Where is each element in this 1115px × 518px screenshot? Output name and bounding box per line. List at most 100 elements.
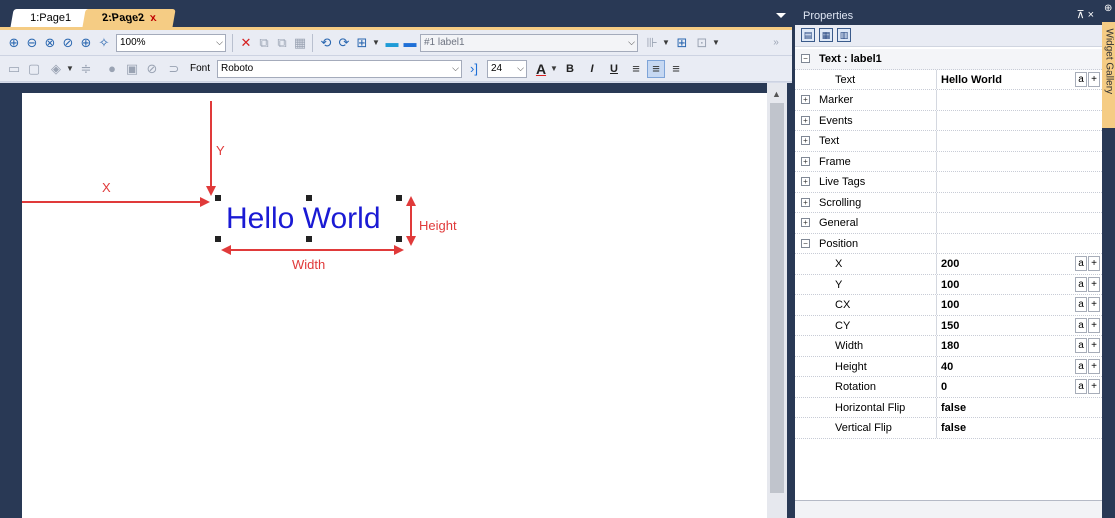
tag-button[interactable]: a <box>1075 358 1087 374</box>
property-buttons: a + <box>1074 338 1100 353</box>
annotation-arrows <box>22 101 416 255</box>
property-key: Y <box>795 274 937 294</box>
tag-button[interactable]: a <box>1075 338 1087 353</box>
property-key: Horizontal Flip <box>795 397 937 417</box>
widget-gallery-label: Widget Gallery <box>1103 28 1115 95</box>
property-row-frame[interactable]: + Frame <box>795 151 1102 172</box>
side-dock: ⊕ Widget Gallery <box>1102 0 1115 518</box>
tag-button[interactable]: a <box>1075 256 1087 271</box>
expression-button[interactable]: + <box>1088 256 1100 271</box>
properties-title: Properties <box>803 10 854 22</box>
property-key: Events <box>795 110 937 130</box>
height-annotation: Height <box>419 218 457 233</box>
basic-view-icon[interactable]: ▤ <box>801 28 815 42</box>
property-row-x[interactable]: X 200 a + <box>795 254 1102 275</box>
expression-button[interactable]: + <box>1088 317 1100 333</box>
property-key: Text <box>795 131 937 151</box>
resize-handle[interactable] <box>215 236 221 242</box>
resize-handle[interactable] <box>306 236 312 242</box>
property-row-rotation[interactable]: Rotation 0 a + <box>795 377 1102 398</box>
property-key: Vertical Flip <box>795 418 937 438</box>
property-value[interactable]: Hello World <box>941 74 1002 86</box>
property-row-vertical-flip[interactable]: Vertical Flip false <box>795 418 1102 439</box>
property-value[interactable]: false <box>941 402 966 414</box>
advanced-view-icon[interactable]: ▦ <box>819 28 833 42</box>
property-row-horizontal-flip[interactable]: Horizontal Flip false <box>795 397 1102 418</box>
expression-button[interactable]: + <box>1088 379 1100 394</box>
property-row-scrolling[interactable]: + Scrolling <box>795 192 1102 213</box>
property-buttons: a + <box>1074 297 1100 312</box>
expert-view-icon[interactable]: ▥ <box>837 28 851 42</box>
property-key: CY <box>795 315 937 335</box>
property-key: Live Tags <box>795 172 937 192</box>
properties-description-bar <box>795 500 1102 518</box>
property-value[interactable]: 180 <box>941 340 959 352</box>
property-key: Text <box>795 69 937 89</box>
x-annotation: X <box>102 180 111 195</box>
property-value[interactable]: 40 <box>941 361 953 373</box>
expression-button[interactable]: + <box>1088 358 1100 374</box>
property-key: Marker <box>795 90 937 110</box>
property-value[interactable]: false <box>941 422 966 434</box>
property-row-y[interactable]: Y 100 a + <box>795 274 1102 295</box>
property-row-text[interactable]: Text Hello World a + <box>795 69 1102 90</box>
property-key: Frame <box>795 151 937 171</box>
property-value[interactable]: 150 <box>941 320 959 332</box>
properties-header: Properties ⊼ × <box>795 0 1102 25</box>
resize-handle[interactable] <box>396 236 402 242</box>
property-key: Height <box>795 356 937 376</box>
width-annotation: Width <box>292 257 326 272</box>
property-buttons: a + <box>1074 71 1100 87</box>
tag-button[interactable]: a <box>1075 379 1087 394</box>
expression-button[interactable]: + <box>1088 71 1100 87</box>
property-row-width[interactable]: Width 180 a + <box>795 336 1102 357</box>
property-buttons: a + <box>1074 379 1100 394</box>
property-row-cx[interactable]: CX 100 a + <box>795 295 1102 316</box>
property-buttons: a + <box>1074 256 1100 271</box>
property-row-general[interactable]: + General <box>795 213 1102 234</box>
widget-gallery-tab[interactable]: Widget Gallery <box>1102 22 1115 128</box>
properties-toolbar: ▤ ▦ ▥ <box>795 25 1102 47</box>
properties-panel: Properties ⊼ × ▤ ▦ ▥ − Text : label1 Tex… <box>792 0 1102 518</box>
y-annotation: Y <box>216 143 225 158</box>
property-buttons: a + <box>1074 276 1100 292</box>
expression-button[interactable]: + <box>1088 276 1100 292</box>
property-buttons: a + <box>1074 317 1100 333</box>
property-buttons: a + <box>1074 358 1100 374</box>
tag-button[interactable]: a <box>1075 297 1087 312</box>
property-group-label: Text : label1 <box>819 53 882 65</box>
app-window: 1:Page1 2:Page2 x ⊕ ⊖ ⊗ ⊘ ⊕ ✧ 100% ⌵ ✕ ⧉ ⧉… <box>0 0 1115 518</box>
property-key: Rotation <box>795 377 937 397</box>
property-row-cy[interactable]: CY 150 a + <box>795 315 1102 336</box>
property-row-live-tags[interactable]: + Live Tags <box>795 172 1102 193</box>
property-row-position[interactable]: − Position <box>795 233 1102 254</box>
property-row-text-group[interactable]: + Text <box>795 131 1102 152</box>
property-key: CX <box>795 295 937 315</box>
pushpin-icon[interactable]: ⊕ <box>1104 3 1112 14</box>
tag-button[interactable]: a <box>1075 276 1087 292</box>
property-value[interactable]: 200 <box>941 258 959 270</box>
property-value[interactable]: 0 <box>941 381 947 393</box>
resize-handle[interactable] <box>306 195 312 201</box>
property-value[interactable]: 100 <box>941 279 959 291</box>
tag-button[interactable]: a <box>1075 317 1087 333</box>
property-value[interactable]: 100 <box>941 299 959 311</box>
property-key: X <box>795 254 937 274</box>
property-row-height[interactable]: Height 40 a + <box>795 356 1102 377</box>
property-grid: − Text : label1 Text Hello World a + + Mar… <box>795 49 1102 439</box>
property-key: General <box>795 213 937 233</box>
property-key: Width <box>795 336 937 356</box>
property-row-events[interactable]: + Events <box>795 110 1102 131</box>
pin-close-icons[interactable]: ⊼ × <box>1076 8 1094 21</box>
expression-button[interactable]: + <box>1088 297 1100 312</box>
property-row-marker[interactable]: + Marker <box>795 90 1102 111</box>
tag-button[interactable]: a <box>1075 71 1087 87</box>
property-group-header[interactable]: − Text : label1 <box>795 49 1102 70</box>
page-editor: 1:Page1 2:Page2 x ⊕ ⊖ ⊗ ⊘ ⊕ ✧ 100% ⌵ ✕ ⧉ ⧉… <box>0 0 792 518</box>
resize-handle[interactable] <box>215 195 221 201</box>
property-key: Position <box>795 233 937 253</box>
resize-handle[interactable] <box>396 195 402 201</box>
hello-world-label[interactable]: Hello World <box>226 201 381 237</box>
property-key: Scrolling <box>795 192 937 212</box>
expression-button[interactable]: + <box>1088 338 1100 353</box>
